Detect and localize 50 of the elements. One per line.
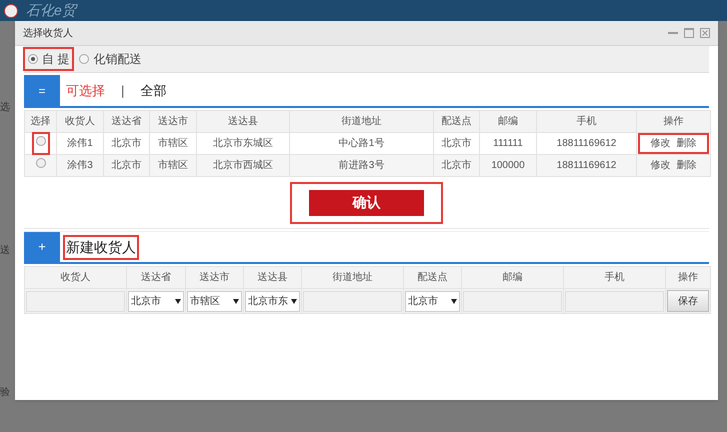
- section-title: 新建收货人: [64, 236, 138, 258]
- table-cell: 前进路3号: [290, 154, 434, 176]
- delivery-option[interactable]: 化销配送: [75, 48, 146, 70]
- background-text: 选: [0, 100, 11, 115]
- logo-icon: [4, 4, 18, 18]
- action-link[interactable]: 修改: [650, 136, 670, 151]
- radio-button[interactable]: [28, 54, 38, 64]
- column-header: 手机: [536, 110, 636, 132]
- column-header: 街道地址: [302, 266, 404, 288]
- filter-tab[interactable]: 可选择: [66, 80, 105, 100]
- table-cell: 100000: [480, 154, 536, 176]
- close-icon[interactable]: [700, 28, 710, 38]
- action-link[interactable]: 修改: [650, 158, 670, 173]
- column-header: 手机: [564, 266, 666, 288]
- filter-tab[interactable]: 全部: [140, 80, 166, 100]
- column-header: 送达县: [196, 110, 290, 132]
- action-link[interactable]: 删除: [676, 158, 696, 173]
- table-cell: 北京市: [104, 154, 150, 176]
- separator-text: |: [121, 82, 124, 100]
- dropdown-field[interactable]: 北京市: [405, 290, 460, 312]
- add-icon: +: [24, 232, 60, 262]
- dropdown-field[interactable]: 市辖区: [187, 290, 242, 312]
- radio-button[interactable]: [79, 54, 90, 64]
- caret-icon: [291, 298, 297, 304]
- maximize-icon[interactable]: [684, 28, 694, 38]
- caret-icon: [451, 298, 457, 304]
- table-cell: 18811169612: [536, 154, 636, 176]
- list-icon: =: [24, 75, 60, 106]
- table-cell: 市辖区: [150, 154, 196, 176]
- background-text: 送: [0, 244, 11, 258]
- logo-text: 石化e贸: [26, 1, 76, 20]
- delivery-option[interactable]: 自 提: [24, 48, 74, 70]
- confirm-button[interactable]: 确认: [309, 190, 424, 216]
- dialog-title: 选择收货人: [23, 26, 74, 40]
- table-cell: 涂伟3: [56, 154, 104, 176]
- column-header: 操作: [636, 110, 710, 132]
- dropdown-field[interactable]: 北京市: [128, 290, 184, 312]
- dropdown-field[interactable]: 北京市东: [245, 290, 300, 312]
- background-text: 验: [0, 386, 11, 400]
- row-radio[interactable]: [32, 133, 48, 154]
- caret-icon: [233, 298, 239, 304]
- save-button[interactable]: 保存: [667, 290, 709, 312]
- table-cell: 北京市西城区: [196, 154, 290, 176]
- caret-icon: [175, 298, 181, 304]
- table-cell: 北京市: [434, 154, 480, 176]
- column-header: 邮编: [462, 266, 564, 288]
- column-header: 选择: [24, 110, 56, 132]
- action-link[interactable]: 删除: [676, 136, 696, 151]
- column-header: 收货人: [24, 266, 126, 288]
- column-header: 街道地址: [290, 110, 434, 132]
